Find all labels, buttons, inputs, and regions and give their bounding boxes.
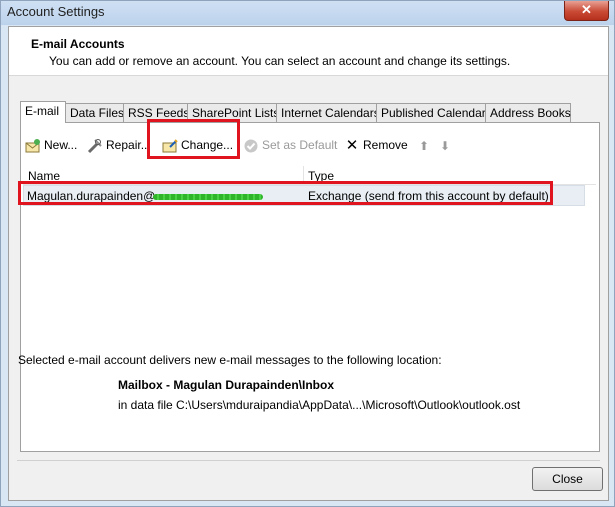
repair-label: Repair...: [106, 138, 151, 152]
annotation-account-highlight: [18, 181, 553, 205]
set-as-default-label: Set as Default: [262, 138, 338, 152]
delivery-intro: Selected e-mail account delivers new e-m…: [18, 353, 442, 367]
remove-icon: ✕: [345, 136, 359, 154]
tab-email[interactable]: E-mail: [20, 101, 66, 123]
tab-data-files[interactable]: Data Files: [65, 103, 125, 122]
set-as-default-button[interactable]: Set as Default: [243, 136, 337, 154]
set-default-icon: [243, 138, 259, 154]
tab-address-books[interactable]: Address Books: [485, 103, 571, 122]
header-title: E-mail Accounts: [31, 37, 125, 51]
tab-published-calendars[interactable]: Published Calendars: [376, 103, 492, 122]
new-account-button[interactable]: New...: [25, 136, 77, 154]
account-settings-window: Account Settings ✕ E-mail Accounts You c…: [0, 0, 615, 507]
window-close-button[interactable]: ✕: [564, 1, 609, 21]
header-panel: E-mail Accounts You can add or remove an…: [9, 27, 608, 76]
annotation-change-highlight: [147, 119, 240, 159]
new-account-label: New...: [44, 138, 78, 152]
remove-button[interactable]: ✕ Remove: [344, 136, 408, 154]
dialog-body: E-mail Accounts You can add or remove an…: [8, 26, 609, 501]
remove-label: Remove: [363, 138, 408, 152]
move-up-icon: ⬆: [418, 138, 430, 153]
move-down-button[interactable]: ⬇: [437, 136, 456, 154]
header-description: You can add or remove an account. You ca…: [49, 54, 511, 68]
close-button[interactable]: Close: [532, 467, 603, 491]
move-up-button[interactable]: ⬆: [416, 136, 435, 154]
new-account-icon: [25, 138, 41, 154]
delivery-mailbox: Mailbox - Magulan Durapainden\Inbox: [118, 378, 335, 392]
repair-button[interactable]: Repair...: [87, 136, 151, 154]
delivery-data-file: in data file C:\Users\mduraipandia\AppDa…: [118, 398, 521, 412]
title-bar[interactable]: Account Settings ✕: [1, 1, 614, 25]
account-toolbar: New... Repair... Change... Set as Defaul…: [21, 133, 599, 155]
repair-icon: [87, 138, 103, 154]
window-title: Account Settings: [7, 4, 105, 19]
tab-internet-calendars[interactable]: Internet Calendars: [276, 103, 380, 122]
footer-divider: [17, 460, 600, 461]
move-down-icon: ⬇: [439, 138, 451, 153]
